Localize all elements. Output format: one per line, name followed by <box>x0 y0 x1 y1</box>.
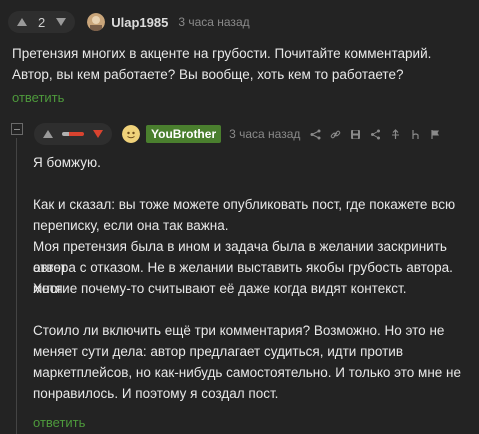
upvote-icon[interactable] <box>14 14 30 30</box>
comment-line: Моя претензия была в ином и задача была … <box>33 239 447 275</box>
share-icon[interactable] <box>370 129 381 140</box>
vote-count: 2 <box>38 14 46 30</box>
share-nodes-icon[interactable] <box>310 129 321 140</box>
author-badge[interactable]: YouBrother <box>146 125 222 143</box>
comment-line: понравилось. И поэтому я создал пост. <box>33 386 279 401</box>
comment-actions <box>310 128 441 140</box>
timestamp: 3 часа назад <box>178 15 250 29</box>
h-icon[interactable] <box>410 129 421 140</box>
comment-line: маркетплейсов, но как-нибудь самостоятел… <box>33 365 462 380</box>
vote-control <box>34 123 112 145</box>
vote-bar <box>62 132 84 136</box>
comment-line <box>33 173 473 194</box>
flag-icon[interactable] <box>430 129 441 140</box>
reply-link[interactable]: ответить <box>12 90 64 105</box>
comment-line: Стоило ли включить ещё три комментария? … <box>33 323 445 338</box>
comment-line: меняет сути дела: автор предлагает судит… <box>33 344 404 359</box>
downvote-icon[interactable] <box>53 14 69 30</box>
reply-link[interactable]: ответить <box>33 415 85 430</box>
username[interactable]: Ulap1985 <box>111 15 168 30</box>
comment-2-header: YouBrother 3 часа назад <box>34 122 441 146</box>
link-icon[interactable] <box>330 129 341 140</box>
thread-line[interactable] <box>16 138 17 434</box>
downvote-icon[interactable] <box>90 126 106 142</box>
comment-line <box>33 299 473 320</box>
comment-line: переписку, если она так важна. <box>33 218 229 233</box>
comment-line: многие почему-то считывают её даже когда… <box>33 281 407 296</box>
comment-line: Претензия многих в акценте на грубости. … <box>12 46 432 61</box>
comment-2-body: Я бомжую. Как и сказал: вы тоже можете о… <box>33 152 473 404</box>
vote-control: 2 <box>8 11 76 33</box>
comment-line: Я бомжую. <box>33 155 101 170</box>
comment-line: автора с отказом. Не в желании выставить… <box>33 260 453 296</box>
upvote-icon[interactable] <box>40 126 56 142</box>
save-icon[interactable] <box>350 129 361 140</box>
pin-icon[interactable] <box>390 128 401 140</box>
collapse-toggle[interactable] <box>11 123 23 135</box>
avatar[interactable] <box>122 125 140 143</box>
comment-line: Как и сказал: вы тоже можете опубликоват… <box>33 197 456 212</box>
comment-1-header: 2 Ulap1985 3 часа назад <box>8 10 250 34</box>
avatar[interactable] <box>87 13 106 31</box>
timestamp: 3 часа назад <box>229 127 301 141</box>
comment-1-body: Претензия многих в акценте на грубости. … <box>12 43 431 85</box>
comment-line: Автор, вы кем работаете? Вы вообще, хоть… <box>12 67 404 82</box>
